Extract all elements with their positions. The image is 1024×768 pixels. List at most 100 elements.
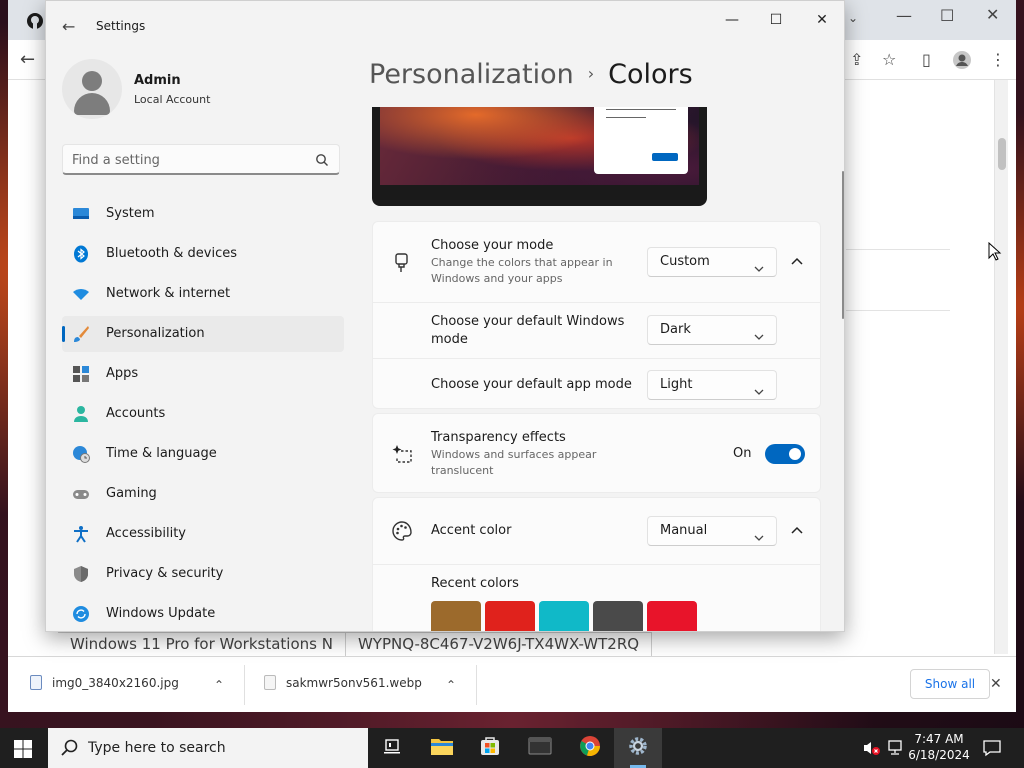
chevron-down-icon <box>754 526 764 545</box>
taskbar-clock[interactable]: 7:47 AM 6/18/2024 <box>904 731 974 763</box>
share-icon[interactable]: ⇪ <box>850 52 863 68</box>
sidebar-item-label: Gaming <box>106 486 157 501</box>
chevron-down-icon <box>754 325 764 344</box>
accent-card: Accent color Manual Recent colors <box>372 497 821 631</box>
color-swatch[interactable] <box>485 601 535 631</box>
recent-colors-label: Recent colors <box>431 576 519 591</box>
chevron-up-icon[interactable]: ⌃ <box>214 677 224 693</box>
terminal-icon <box>528 736 552 760</box>
breadcrumb-parent[interactable]: Personalization <box>369 59 574 90</box>
close-download-bar-icon[interactable]: ✕ <box>990 676 1002 692</box>
color-swatch[interactable] <box>647 601 697 631</box>
colors-page-content: Choose your mode Change the colors that … <box>372 107 824 631</box>
file-explorer-button[interactable] <box>418 728 466 768</box>
network-icon[interactable] <box>886 739 904 761</box>
mode-dropdown[interactable]: Custom <box>647 247 777 277</box>
browser-maximize-icon[interactable]: ☐ <box>940 8 954 24</box>
sidebar-item-bluetooth[interactable]: Bluetooth & devices <box>62 236 344 272</box>
sidebar-item-apps[interactable]: Apps <box>62 356 344 392</box>
gear-icon <box>627 735 649 761</box>
search-input[interactable] <box>72 150 302 170</box>
chevron-down-icon <box>754 257 764 276</box>
transparency-description: Windows and surfaces appear translucent <box>431 448 597 477</box>
volume-muted-icon[interactable] <box>862 739 880 761</box>
back-arrow-icon[interactable]: ← <box>62 17 75 36</box>
transparency-toggle[interactable] <box>765 444 805 464</box>
profile-icon[interactable] <box>952 50 972 73</box>
task-view-button[interactable] <box>368 728 416 768</box>
terminal-button[interactable] <box>516 728 564 768</box>
browser-close-icon[interactable]: ✕ <box>986 7 999 23</box>
browser-menu-icon[interactable]: ⋮ <box>990 52 1006 68</box>
sidebar-item-personalization[interactable]: Personalization <box>62 316 344 352</box>
color-swatch[interactable] <box>431 601 481 631</box>
recent-colors-row: Recent colors <box>373 564 820 631</box>
divider <box>476 665 477 705</box>
folder-icon <box>430 736 454 760</box>
table-cell: Windows 11 Pro for Workstations N <box>58 633 346 656</box>
sidebar-item-network[interactable]: Network & internet <box>62 276 344 312</box>
microsoft-store-button[interactable] <box>466 728 514 768</box>
sidebar-item-accessibility[interactable]: Accessibility <box>62 516 344 552</box>
maximize-button[interactable]: ☐ <box>756 7 796 33</box>
search-icon[interactable] <box>315 152 329 171</box>
bookmark-star-icon[interactable]: ☆ <box>882 52 896 68</box>
tab-search-chevron-icon[interactable]: ⌄ <box>848 10 858 26</box>
accessibility-icon <box>72 525 90 543</box>
sidebar-item-privacy-security[interactable]: Privacy & security <box>62 556 344 592</box>
github-icon[interactable] <box>26 12 44 33</box>
browser-back-icon[interactable]: ← <box>20 51 35 69</box>
download-item[interactable]: sakmwr5onv561.webp <box>264 675 422 690</box>
sidebar-item-accounts[interactable]: Accounts <box>62 396 344 432</box>
sidebar-item-label: Time & language <box>106 446 217 461</box>
mode-row: Choose your mode Change the colors that … <box>373 222 820 302</box>
sidebar-item-label: Privacy & security <box>106 566 224 581</box>
divider <box>846 249 950 250</box>
accent-dropdown[interactable]: Manual <box>647 516 777 546</box>
color-swatch[interactable] <box>593 601 643 631</box>
settings-app-button[interactable] <box>614 728 662 768</box>
table-cell: WYPNQ-8C467-V2W6J-TX4WX-WT2RQ <box>346 633 653 656</box>
windows-mode-dropdown[interactable]: Dark <box>647 315 777 345</box>
browser-minimize-icon[interactable]: — <box>896 8 912 24</box>
taskbar-search-input[interactable] <box>88 738 358 758</box>
transparency-card: Transparency effects Windows and surface… <box>372 413 821 493</box>
apps-icon <box>72 365 90 383</box>
sidebar-item-gaming[interactable]: Gaming <box>62 476 344 512</box>
title-bar: ← Settings — ☐ ✕ <box>46 1 844 49</box>
minimize-button[interactable]: — <box>712 7 752 33</box>
close-button[interactable]: ✕ <box>802 7 842 33</box>
settings-search-box[interactable] <box>62 144 340 175</box>
mode-title: Choose your mode <box>431 238 554 253</box>
chevron-up-icon[interactable] <box>787 252 807 272</box>
scrollbar-thumb[interactable] <box>998 138 1006 170</box>
app-mode-dropdown[interactable]: Light <box>647 370 777 400</box>
browser-scrollbar[interactable] <box>994 80 1008 654</box>
download-item[interactable]: img0_3840x2160.jpg <box>30 675 179 690</box>
content-scrollbar[interactable] <box>842 171 844 319</box>
divider <box>846 310 950 311</box>
chevron-up-icon[interactable] <box>787 521 807 541</box>
sidebar-item-system[interactable]: System <box>62 196 344 232</box>
sidebar-item-time-language[interactable]: Time & language <box>62 436 344 472</box>
taskbar-search-box[interactable] <box>48 728 368 768</box>
person-icon <box>72 405 90 423</box>
search-icon <box>60 738 80 762</box>
windows-mode-row: Choose your default Windows mode Dark <box>373 302 820 358</box>
divider <box>244 665 245 705</box>
brush-icon <box>72 325 90 343</box>
file-icon <box>264 675 276 690</box>
page-title: Colors <box>608 59 693 90</box>
sidebar-item-windows-update[interactable]: Windows Update <box>62 596 344 631</box>
update-icon <box>72 605 90 623</box>
windows-start-icon[interactable] <box>14 740 32 758</box>
dropdown-value: Light <box>660 377 693 392</box>
side-panel-icon[interactable]: ▯ <box>922 52 931 68</box>
notification-icon[interactable] <box>982 738 1002 762</box>
download-filename: img0_3840x2160.jpg <box>52 675 179 690</box>
color-swatch[interactable] <box>539 601 589 631</box>
chevron-up-icon[interactable]: ⌃ <box>446 677 456 693</box>
show-all-button[interactable]: Show all <box>910 669 990 699</box>
chrome-button[interactable] <box>566 728 614 768</box>
dropdown-value: Custom <box>660 254 710 269</box>
